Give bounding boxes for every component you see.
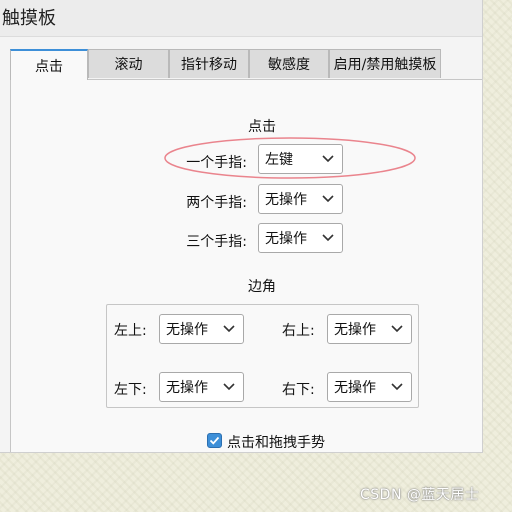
- click-section-title: 点击: [248, 119, 276, 135]
- one-finger-select[interactable]: 左键: [258, 144, 343, 174]
- checkmark-icon: [209, 436, 220, 445]
- tab-sensitivity[interactable]: 敏感度: [249, 49, 329, 78]
- tab-pointer-move[interactable]: 指针移动: [169, 49, 249, 78]
- chevron-down-icon: [322, 234, 334, 242]
- two-finger-select-value: 无操作: [265, 192, 307, 208]
- title-bar: 触摸板: [0, 0, 482, 37]
- two-finger-select[interactable]: 无操作: [258, 184, 343, 214]
- drag-gesture-label: 点击和拖拽手势: [227, 435, 325, 451]
- one-finger-select-value: 左键: [265, 152, 293, 168]
- top-left-select[interactable]: 无操作: [159, 314, 244, 344]
- watermark: CSDN @蓝天居士: [360, 487, 480, 503]
- three-finger-select[interactable]: 无操作: [258, 223, 343, 253]
- window-title: 触摸板: [2, 8, 56, 29]
- chevron-down-icon: [223, 383, 235, 391]
- top-left-label: 左上:: [114, 323, 147, 339]
- top-right-select[interactable]: 无操作: [327, 314, 412, 344]
- bottom-left-select[interactable]: 无操作: [159, 372, 244, 402]
- one-finger-label: 一个手指:: [186, 155, 247, 171]
- tab-enable-disable[interactable]: 启用/禁用触摸板: [329, 49, 441, 78]
- bottom-left-label: 左下:: [114, 382, 147, 398]
- three-finger-label: 三个手指:: [186, 234, 247, 250]
- corner-section-title: 边角: [248, 279, 276, 295]
- bottom-right-select-value: 无操作: [334, 380, 376, 396]
- top-right-select-value: 无操作: [334, 322, 376, 338]
- bottom-right-select[interactable]: 无操作: [327, 372, 412, 402]
- bottom-right-label: 右下:: [282, 382, 315, 398]
- chevron-down-icon: [322, 155, 334, 163]
- two-finger-label: 两个手指:: [186, 195, 247, 211]
- drag-gesture-checkbox[interactable]: [207, 433, 222, 448]
- touchpad-settings-window: 触摸板 点击 滚动 指针移动 敏感度 启用/禁用触摸板 点击 一个手指: 左键 …: [0, 0, 483, 453]
- tab-scroll[interactable]: 滚动: [88, 49, 169, 78]
- tab-panel-click: 点击 一个手指: 左键 两个手指: 无操作 三个手指: 无操作 边角 左上: 无…: [10, 79, 482, 452]
- chevron-down-icon: [391, 325, 403, 333]
- top-right-label: 右上:: [282, 323, 315, 339]
- corner-group: 左上: 无操作 右上: 无操作 左下: 无操作 右下: 无操作: [106, 304, 419, 408]
- three-finger-select-value: 无操作: [265, 231, 307, 247]
- top-left-select-value: 无操作: [166, 322, 208, 338]
- tab-click[interactable]: 点击: [10, 49, 88, 80]
- chevron-down-icon: [322, 195, 334, 203]
- bottom-left-select-value: 无操作: [166, 380, 208, 396]
- chevron-down-icon: [391, 383, 403, 391]
- chevron-down-icon: [223, 325, 235, 333]
